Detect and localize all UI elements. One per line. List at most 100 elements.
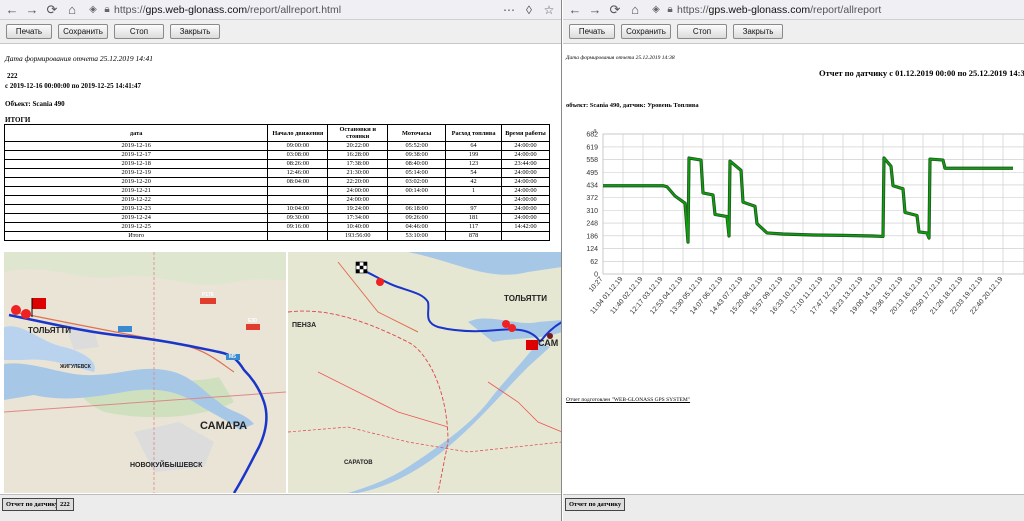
plot-area bbox=[602, 133, 1024, 275]
right-browser-window: ← → ⟳ ⌂ ◈ 🔒︎ https://gps.web-glonass.com… bbox=[563, 0, 1024, 521]
report-toolbar: Печать Сохранить Стоп Закрыть bbox=[0, 20, 561, 44]
bottom-tabs-bar: Отчет по датчику 222 bbox=[0, 494, 561, 521]
stop-button[interactable]: Стоп bbox=[677, 24, 727, 39]
forward-arrow-icon[interactable]: → bbox=[24, 2, 40, 18]
table-cell: 2019-12-17 bbox=[3, 150, 269, 160]
reload-icon[interactable]: ⟳ bbox=[607, 2, 623, 18]
sensor-report-tab[interactable]: Отчет по датчику bbox=[565, 498, 626, 511]
y-tick-label: 558 bbox=[586, 157, 598, 164]
table-cell: 123 bbox=[445, 159, 503, 169]
url-scheme: https:// bbox=[114, 3, 146, 16]
url-field[interactable]: ◈ 🔒︎ https://gps.web-glonass.com/report/… bbox=[647, 2, 1020, 18]
table-cell: Итого bbox=[3, 231, 269, 241]
back-arrow-icon[interactable]: ← bbox=[567, 2, 583, 18]
url-field[interactable]: ◈ 🔒︎ https://gps.web-glonass.com/report/… bbox=[84, 2, 497, 18]
table-row: 2019-12-16 09:00:00 20:22:00 05:52:00 64 24:0… bbox=[3, 141, 550, 151]
home-icon[interactable]: ⌂ bbox=[64, 2, 80, 18]
table-cell: 12:46:00 bbox=[267, 168, 329, 178]
table-cell: 2019-12-24 bbox=[3, 213, 269, 223]
table-cell: 14:42:00 bbox=[501, 222, 550, 232]
map-label-zhigulevsk: ЖИГУЛЕВСК bbox=[60, 364, 91, 370]
table-cell: 54 bbox=[445, 168, 503, 178]
table-cell: 2019-12-23 bbox=[3, 204, 269, 214]
table-cell bbox=[387, 195, 447, 205]
table-cell: 10:04:00 bbox=[267, 204, 329, 214]
table-cell: 193:56:00 bbox=[327, 231, 389, 241]
home-icon[interactable]: ⌂ bbox=[627, 2, 643, 18]
table-total-row: Итого 193:56:00 53:10:00 878 bbox=[3, 231, 550, 241]
table-row: 2019-12-18 08:26:00 17:38:00 08:40:00 123 23:… bbox=[3, 159, 550, 169]
table-header-cell: Время работы bbox=[501, 124, 550, 142]
road-label-m5: М5 bbox=[229, 354, 236, 360]
stop-button[interactable]: Стоп bbox=[114, 24, 164, 39]
table-cell: 24:00:00 bbox=[501, 177, 550, 187]
table-cell: 21:30:00 bbox=[327, 168, 389, 178]
print-button[interactable]: Печать bbox=[569, 24, 615, 39]
report-generated-stamp: Дата формирования отчета 25.12.2019 14:4… bbox=[5, 54, 154, 63]
close-button[interactable]: Закрыть bbox=[170, 24, 220, 39]
table-cell: 17:38:00 bbox=[327, 159, 389, 169]
x-tick-label: 10:27 bbox=[588, 276, 605, 294]
table-header-row: дата Начало движения Остановки и стоянки Мо… bbox=[3, 124, 550, 142]
y-tick-label: 248 bbox=[586, 221, 598, 228]
fuel-level-chart: 062124186248310372434495558619682л.10:27… bbox=[586, 129, 1024, 316]
report-toolbar: Печать Сохранить Стоп Закрыть bbox=[563, 20, 1024, 44]
table-cell bbox=[445, 195, 503, 205]
table-cell: 08:04:00 bbox=[267, 177, 329, 187]
chart-subject: объект: Scania 490, датчик: Уровень Топл… bbox=[566, 102, 699, 109]
table-cell: 22:20:00 bbox=[327, 177, 389, 187]
route-map-2[interactable]: ПЕНЗА ТОЛЬЯТТИ САМ САРАТОВ bbox=[288, 252, 561, 493]
table-cell: 2019-12-22 bbox=[3, 195, 269, 205]
y-tick-label: 310 bbox=[586, 208, 598, 215]
table-cell: 24:00:00 bbox=[501, 195, 550, 205]
forward-arrow-icon[interactable]: → bbox=[587, 2, 603, 18]
table-cell: 24:00:00 bbox=[501, 168, 550, 178]
table-cell: 2019-12-20 bbox=[3, 177, 269, 187]
table-cell: 199 bbox=[445, 150, 503, 160]
table-cell: 24:00:00 bbox=[501, 141, 550, 151]
sensor-report-tab[interactable]: Отчет по датчику bbox=[2, 498, 63, 511]
table-cell: 42 bbox=[445, 177, 503, 187]
map-2-graphic bbox=[288, 252, 561, 493]
table-cell: 05:52:00 bbox=[387, 141, 447, 151]
close-button[interactable]: Закрыть bbox=[733, 24, 783, 39]
lock-icon: 🔒︎ bbox=[667, 4, 673, 15]
save-button[interactable]: Сохранить bbox=[58, 24, 108, 39]
totals-heading: ИТОГИ bbox=[5, 116, 31, 124]
report-id-tab[interactable]: 222 bbox=[56, 498, 74, 511]
url-scheme: https:// bbox=[677, 3, 709, 16]
table-cell: 2019-12-18 bbox=[3, 159, 269, 169]
table-row: 2019-12-24 09:30:00 17:34:00 09:26:00 181 24:… bbox=[3, 213, 550, 223]
save-button[interactable]: Сохранить bbox=[621, 24, 671, 39]
table-row: 2019-12-17 03:08:00 16:28:00 09:38:00 199 24:… bbox=[3, 150, 550, 160]
back-arrow-icon[interactable]: ← bbox=[4, 2, 20, 18]
bottom-tabs-bar: Отчет по датчику bbox=[563, 494, 1024, 521]
reload-icon[interactable]: ⟳ bbox=[44, 2, 60, 18]
table-cell: 2019-12-19 bbox=[3, 168, 269, 178]
more-icon[interactable]: ⋯ bbox=[501, 2, 517, 18]
map-label-samara-partial: САМ bbox=[538, 338, 559, 348]
table-row: 2019-12-19 12:46:00 21:30:00 05:14:00 54 24:0… bbox=[3, 168, 550, 178]
y-tick-label: 62 bbox=[590, 259, 598, 266]
table-cell: 09:26:00 bbox=[387, 213, 447, 223]
table-header-cell: Моточасы bbox=[387, 124, 447, 142]
report-page: Дата формирования отчета 25.12.2019 14:4… bbox=[0, 44, 561, 494]
pocket-icon[interactable]: ◊ bbox=[521, 2, 537, 18]
table-cell: 06:18:00 bbox=[387, 204, 447, 214]
footer-credit-link[interactable]: Отчет подготовлен "WEB-GLONASS GPS SYSTE… bbox=[566, 397, 690, 403]
lock-icon: 🔒︎ bbox=[104, 4, 110, 15]
table-cell bbox=[267, 186, 329, 196]
table-header-cell: дата bbox=[3, 124, 269, 142]
map-label-tolyatti-2: ТОЛЬЯТТИ bbox=[504, 294, 548, 303]
route-map-1[interactable]: ТОЛЬЯТТИ ЖИГУЛЕВСК САМАРА НОВОКУЙБЫШЕВСК… bbox=[4, 252, 286, 493]
table-header-cell: Начало движения bbox=[267, 124, 329, 142]
report-id: 222 bbox=[7, 72, 18, 80]
url-host: gps.web-glonass.com bbox=[145, 3, 248, 16]
y-axis-label: л. bbox=[593, 129, 599, 135]
table-cell: 2019-12-21 bbox=[3, 186, 269, 196]
print-button[interactable]: Печать bbox=[6, 24, 52, 39]
table-header-cell: Расход топлива bbox=[445, 124, 503, 142]
map-label-novokuybyshevsk: НОВОКУЙБЫШЕВСК bbox=[130, 462, 203, 469]
bookmark-star-icon[interactable]: ☆ bbox=[541, 2, 557, 18]
table-cell: 20:22:00 bbox=[327, 141, 389, 151]
